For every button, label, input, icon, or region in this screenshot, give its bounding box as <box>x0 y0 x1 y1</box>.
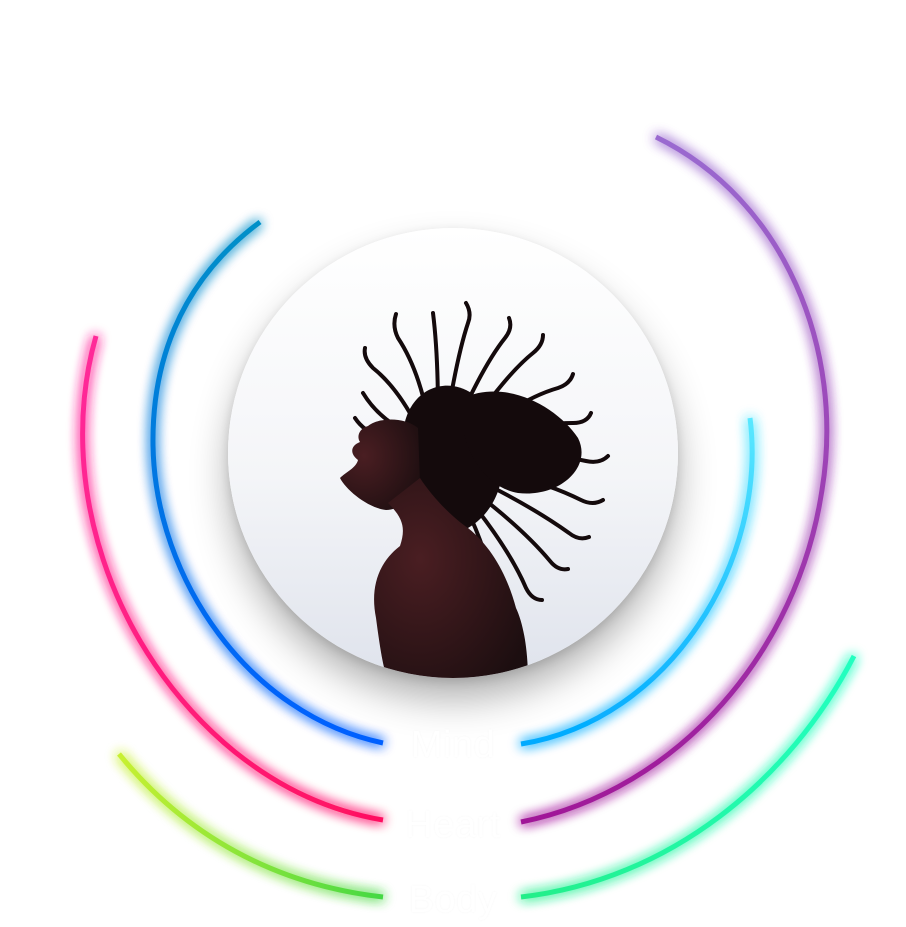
body-arc-left <box>117 752 384 900</box>
body-arc-right <box>520 654 857 900</box>
heart-label: Heart <box>405 804 501 846</box>
profile-photo <box>228 228 678 678</box>
body-label: Body <box>408 879 498 921</box>
chakra-stage: Mind Heart Body <box>0 0 906 927</box>
silhouette-illustration <box>228 228 678 678</box>
mind-label: Mind <box>410 724 496 766</box>
